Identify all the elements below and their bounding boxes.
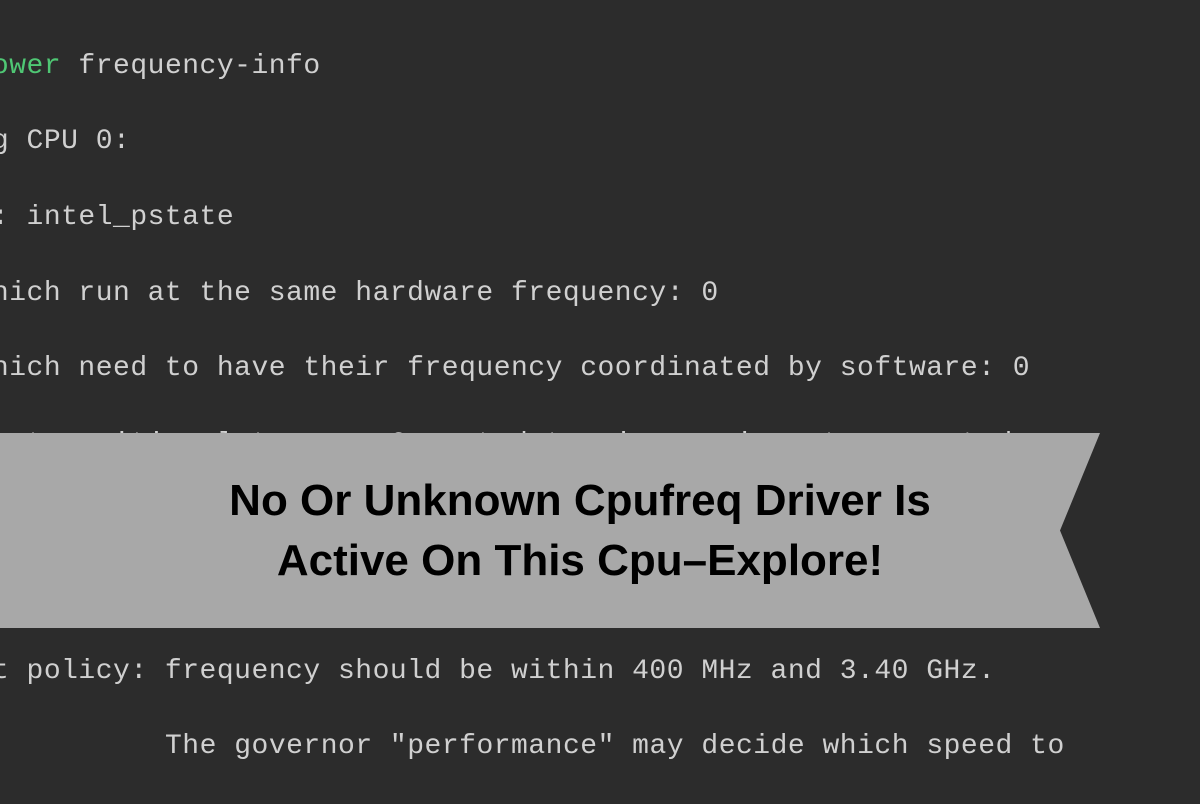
terminal-line: s which run at the same hardware frequen…	[0, 275, 1200, 313]
terminal-line: zing CPU 0:	[0, 123, 1200, 161]
command-name: pupower	[0, 51, 61, 82]
banner-title-line1: No Or Unknown Cpufreq Driver Is	[229, 476, 931, 525]
terminal-line: ver: intel_pstate	[0, 199, 1200, 237]
banner-title-line2: Active On This Cpu–Explore!	[277, 536, 883, 585]
terminal-output: pupower frequency-info zing CPU 0: ver: …	[0, 0, 1200, 804]
terminal-command-line: pupower frequency-info	[0, 48, 1200, 86]
terminal-line: s which need to have their frequency coo…	[0, 350, 1200, 388]
title-banner: No Or Unknown Cpufreq Driver Is Active O…	[0, 433, 1200, 628]
command-argument: frequency-info	[61, 51, 321, 82]
banner-title: No Or Unknown Cpufreq Driver Is Active O…	[80, 471, 1080, 590]
terminal-line-indented: The governor "performance" may decide wh…	[0, 728, 1200, 766]
terminal-line: rent policy: frequency should be within …	[0, 653, 1200, 691]
title-banner-container: No Or Unknown Cpufreq Driver Is Active O…	[0, 433, 1200, 628]
